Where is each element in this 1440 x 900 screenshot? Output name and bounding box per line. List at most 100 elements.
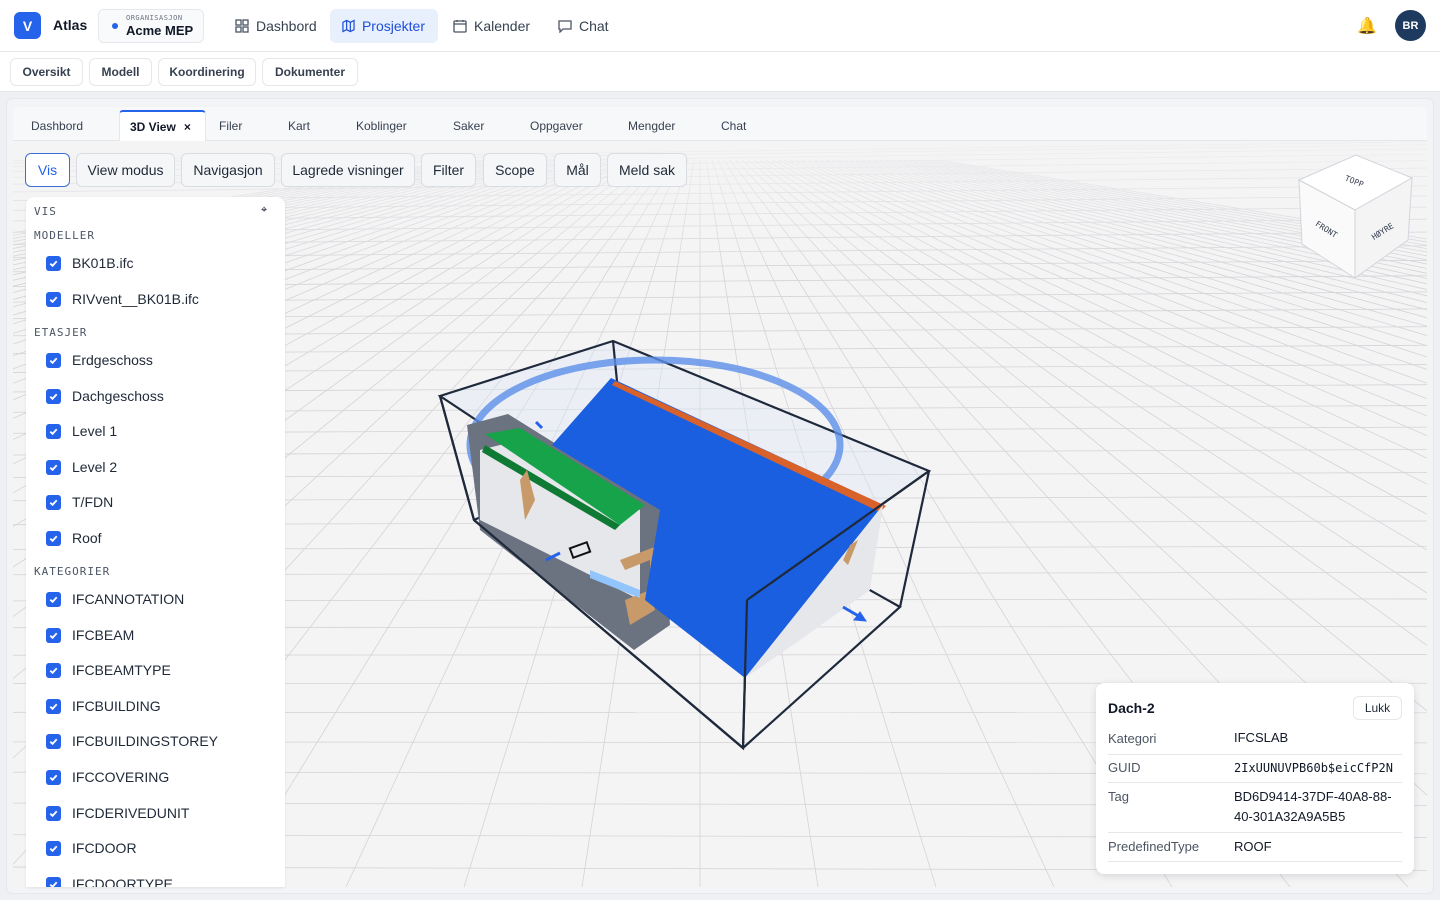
property-value: IFCSLAB bbox=[1234, 730, 1289, 745]
nav-dashboard-label: Dashbord bbox=[256, 18, 317, 34]
visibility-checkbox[interactable] bbox=[46, 663, 61, 679]
toolbar-saved-views-button[interactable]: Lagrede visninger bbox=[281, 153, 415, 187]
property-key: Kategori bbox=[1108, 731, 1157, 746]
organization-name: Acme MEP bbox=[126, 23, 194, 38]
visibility-item-label[interactable]: Level 2 bbox=[72, 459, 117, 475]
property-value: BD6D9414-37DF-40A8-88-40-301A32A9A5B5 bbox=[1234, 789, 1392, 824]
dashboard-icon bbox=[235, 19, 249, 33]
toolbar-scope-button[interactable]: Scope bbox=[483, 153, 547, 187]
tab-dashboard[interactable]: Dashbord bbox=[31, 110, 83, 141]
toolbar-navigation-button[interactable]: Navigasjon bbox=[181, 153, 275, 187]
visibility-checkbox[interactable] bbox=[46, 424, 61, 440]
nav-dashboard[interactable]: Dashbord bbox=[223, 9, 330, 43]
visibility-checkbox[interactable] bbox=[46, 291, 61, 307]
toolbar-report-issue-button[interactable]: Meld sak bbox=[607, 153, 687, 187]
visibility-checkbox[interactable] bbox=[46, 841, 61, 857]
visibility-checkbox[interactable] bbox=[46, 770, 61, 785]
visibility-item-label[interactable]: IFCDERIVEDUNIT bbox=[72, 805, 189, 821]
tab-quantities[interactable]: Mengder bbox=[628, 110, 675, 141]
property-value: ROOF bbox=[1234, 839, 1272, 854]
tab-map[interactable]: Kart bbox=[288, 110, 310, 141]
visibility-item-label[interactable]: Level 1 bbox=[72, 423, 117, 439]
visibility-item-label[interactable]: IFCCOVERING bbox=[72, 769, 169, 785]
tab-issues[interactable]: Saker bbox=[453, 110, 484, 141]
panel-section-heading: MODELLER bbox=[34, 229, 95, 242]
visibility-item-label[interactable]: IFCDOOR bbox=[72, 840, 137, 856]
app-logo[interactable]: V bbox=[14, 12, 41, 39]
nav-projects-label: Prosjekter bbox=[361, 18, 425, 34]
toolbar-view-mode-button[interactable]: View modus bbox=[76, 153, 175, 187]
subnav-model[interactable]: Modell bbox=[89, 58, 152, 86]
visibility-item-label[interactable]: RIVvent__BK01B.ifc bbox=[72, 291, 199, 307]
visibility-checkbox[interactable] bbox=[46, 876, 61, 887]
subnav-documents[interactable]: Dokumenter bbox=[262, 58, 358, 86]
toolbar-vis-button[interactable]: Vis bbox=[25, 153, 70, 187]
visibility-checkbox[interactable] bbox=[46, 256, 61, 271]
tab-3d-view[interactable]: 3D View × bbox=[119, 110, 206, 141]
visibility-checkbox[interactable] bbox=[46, 495, 61, 511]
navigation-cube[interactable]: TOPP FRONT HØYRE bbox=[1296, 152, 1414, 280]
organization-status-dot bbox=[112, 23, 118, 29]
visibility-item-label[interactable]: IFCBUILDING bbox=[72, 698, 161, 714]
project-subnav: Oversikt Modell Koordinering Dokumenter bbox=[0, 52, 1440, 92]
property-key: Tag bbox=[1108, 789, 1129, 804]
tab-tasks[interactable]: Oppgaver bbox=[530, 110, 583, 141]
tab-3d-view-label: 3D View bbox=[130, 119, 176, 134]
visibility-panel: VIS ⌖ MODELLER BK01B.ifc RIVvent__BK01B.if… bbox=[26, 197, 285, 887]
nav-chat[interactable]: Chat bbox=[546, 9, 622, 43]
visibility-checkbox[interactable] bbox=[46, 627, 61, 643]
property-row: GUID 2IxUUNUVPB60b$eicCfP2N bbox=[1108, 755, 1402, 783]
properties-title: Dach-2 bbox=[1108, 700, 1155, 716]
calendar-icon bbox=[453, 20, 467, 33]
app-name[interactable]: Atlas bbox=[53, 17, 87, 33]
visibility-checkbox[interactable] bbox=[46, 698, 61, 714]
property-value: 2IxUUNUVPB60b$eicCfP2N bbox=[1234, 761, 1393, 775]
visibility-item-label[interactable]: Roof bbox=[72, 530, 102, 546]
visibility-checkbox[interactable] bbox=[46, 388, 61, 404]
panel-title: VIS bbox=[34, 205, 57, 218]
visibility-item-label[interactable]: Dachgeschoss bbox=[72, 388, 164, 404]
visibility-item-label[interactable]: IFCBUILDINGSTOREY bbox=[72, 733, 218, 749]
top-navigation: V Atlas ORGANISASJON Acme MEP Dashbord P… bbox=[0, 0, 1440, 52]
tab-links[interactable]: Koblinger bbox=[356, 110, 407, 141]
notification-bell-icon[interactable]: 🔔 bbox=[1357, 16, 1377, 36]
visibility-checkbox[interactable] bbox=[46, 459, 61, 475]
nav-calendar[interactable]: Kalender bbox=[441, 9, 543, 43]
property-row: Tag BD6D9414-37DF-40A8-88-40-301A32A9A5B… bbox=[1108, 783, 1402, 833]
organization-switcher[interactable]: ORGANISASJON Acme MEP bbox=[98, 9, 204, 43]
tab-close-icon[interactable]: × bbox=[184, 120, 191, 134]
subnav-overview[interactable]: Oversikt bbox=[10, 58, 83, 86]
tab-files[interactable]: Filer bbox=[219, 110, 242, 141]
visibility-checkbox[interactable] bbox=[46, 353, 61, 368]
toolbar-measure-button[interactable]: Mål bbox=[554, 153, 601, 187]
organization-label: ORGANISASJON bbox=[126, 14, 183, 22]
visibility-item-label[interactable]: BK01B.ifc bbox=[72, 255, 133, 271]
visibility-item-label[interactable]: IFCDOORTYPE bbox=[72, 876, 173, 887]
visibility-item-label[interactable]: Erdgeschoss bbox=[72, 352, 153, 368]
nav-chat-label: Chat bbox=[579, 18, 609, 34]
visibility-item-label[interactable]: IFCBEAMTYPE bbox=[72, 662, 171, 678]
visibility-checkbox[interactable] bbox=[46, 734, 61, 750]
panel-section-heading: KATEGORIER bbox=[34, 565, 111, 578]
properties-panel: Dach-2 Lukk Kategori IFCSLAB GUID 2IxUUN… bbox=[1096, 683, 1414, 874]
property-row: PredefinedType ROOF bbox=[1108, 833, 1402, 862]
nav-calendar-label: Kalender bbox=[474, 18, 531, 34]
subnav-coordination[interactable]: Koordinering bbox=[158, 58, 256, 86]
toolbar-filter-button[interactable]: Filter bbox=[421, 153, 476, 187]
property-row: Kategori IFCSLAB bbox=[1108, 725, 1402, 755]
panel-section-heading: ETASJER bbox=[34, 326, 88, 339]
tab-chat[interactable]: Chat bbox=[721, 110, 746, 141]
visibility-checkbox[interactable] bbox=[46, 805, 61, 821]
user-avatar[interactable]: BR bbox=[1395, 10, 1426, 41]
nav-projects[interactable]: Prosjekter bbox=[330, 9, 438, 43]
visibility-item-label[interactable]: IFCANNOTATION bbox=[72, 591, 184, 607]
visibility-item-label[interactable]: T/FDN bbox=[72, 494, 113, 510]
property-key: PredefinedType bbox=[1108, 839, 1200, 854]
visibility-item-label[interactable]: IFCBEAM bbox=[72, 627, 134, 643]
visibility-checkbox[interactable] bbox=[46, 592, 61, 607]
projects-icon bbox=[342, 19, 355, 33]
close-properties-button[interactable]: Lukk bbox=[1353, 696, 1402, 720]
visibility-checkbox[interactable] bbox=[46, 531, 61, 546]
pin-icon[interactable]: ⌖ bbox=[261, 204, 267, 217]
property-key: GUID bbox=[1108, 760, 1141, 775]
